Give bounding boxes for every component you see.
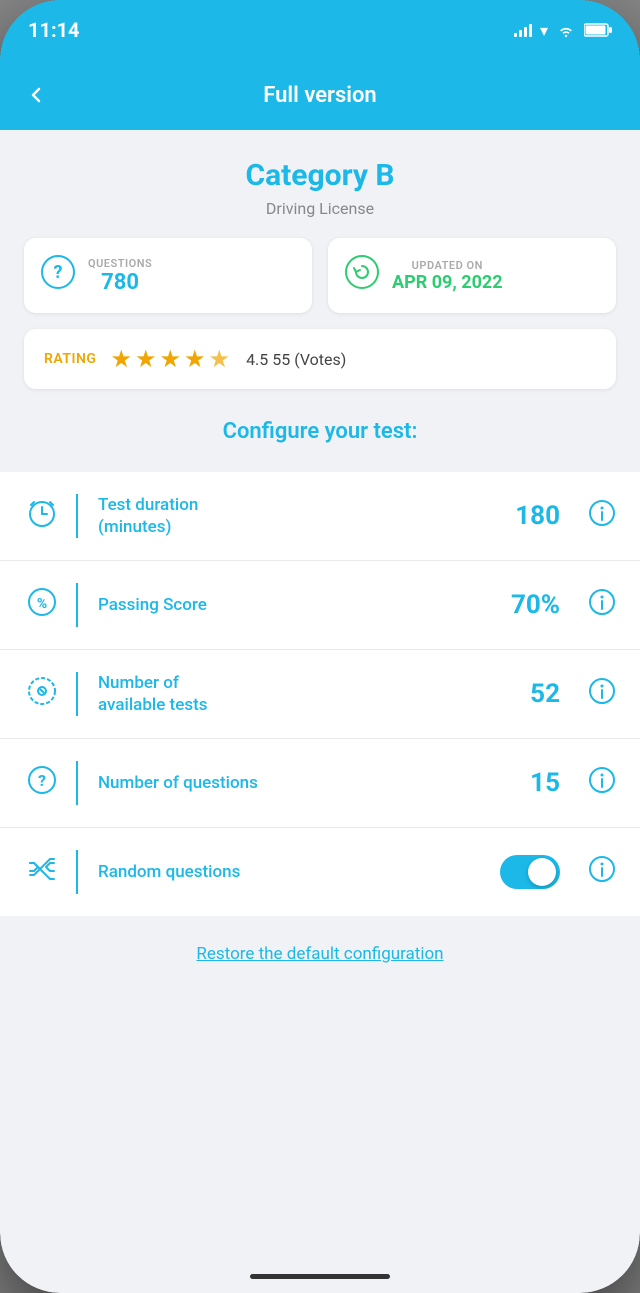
rating-card: RATING ★ ★ ★ ★ ★ 4.5 55 (Votes) [24, 329, 616, 389]
available-tests-label: Number ofavailable tests [98, 672, 514, 716]
app-header: Full version [0, 60, 640, 130]
updated-label: UPDATED ON [392, 259, 503, 272]
category-subtitle: Driving License [24, 199, 616, 218]
num-questions-info-button[interactable] [588, 766, 616, 800]
configure-title: Configure your test: [24, 409, 616, 452]
stats-row: ? QUESTIONS 780 [24, 238, 616, 313]
duration-label: Test duration(minutes) [98, 494, 499, 538]
svg-text:%: % [37, 596, 47, 612]
home-indicator [250, 1274, 390, 1279]
random-icon [24, 853, 60, 892]
wifi-icon: ▾ [540, 21, 548, 40]
svg-text:?: ? [54, 262, 63, 283]
passing-score-info-button[interactable] [588, 588, 616, 622]
config-divider [76, 672, 78, 716]
restore-section: Restore the default configuration [0, 916, 640, 992]
config-item-random: Random questions [0, 828, 640, 916]
updated-icon [344, 254, 380, 297]
updated-card: UPDATED ON APR 09, 2022 [328, 238, 616, 313]
config-item-duration: Test duration(minutes) 180 [0, 472, 640, 561]
questions-card: ? QUESTIONS 780 [24, 238, 312, 313]
back-button[interactable] [24, 83, 48, 107]
star-5: ★ [209, 345, 231, 373]
duration-info-button[interactable] [588, 499, 616, 533]
num-questions-label: Number of questions [98, 772, 514, 794]
rating-text: 4.5 55 (Votes) [246, 350, 346, 369]
star-1: ★ [110, 345, 132, 373]
rating-label: RATING [44, 351, 96, 367]
questions-info: QUESTIONS 780 [88, 257, 152, 295]
status-time: 11:14 [28, 18, 80, 42]
config-item-available-tests: Number ofavailable tests 52 [0, 650, 640, 739]
updated-value: APR 09, 2022 [392, 272, 503, 293]
header-title: Full version [263, 83, 376, 108]
svg-text:?: ? [38, 771, 46, 790]
config-divider [76, 583, 78, 627]
restore-default-button[interactable]: Restore the default configuration [196, 944, 443, 964]
config-divider [76, 850, 78, 894]
available-tests-icon [24, 675, 60, 714]
passing-score-value: 70% [511, 590, 560, 620]
available-tests-value: 52 [530, 679, 560, 709]
num-questions-icon: ? [24, 764, 60, 803]
stars: ★ ★ ★ ★ ★ [110, 345, 230, 373]
questions-icon: ? [40, 254, 76, 297]
star-2: ★ [135, 345, 157, 373]
config-list: Test duration(minutes) 180 [0, 472, 640, 916]
passing-score-label: Passing Score [98, 594, 495, 616]
duration-value: 180 [515, 501, 560, 531]
main-content: Category B Driving License ? QUESTIONS [0, 130, 640, 992]
star-4: ★ [184, 345, 206, 373]
config-divider [76, 761, 78, 805]
percent-icon: % [24, 586, 60, 625]
status-icons: ▾ [514, 21, 612, 40]
category-title: Category B [24, 158, 616, 193]
battery-icon [584, 23, 612, 37]
random-toggle[interactable] [500, 855, 560, 889]
available-tests-info-button[interactable] [588, 677, 616, 711]
questions-value: 780 [88, 270, 152, 295]
questions-label: QUESTIONS [88, 257, 152, 270]
hero-section: Category B Driving License ? QUESTIONS [0, 130, 640, 472]
config-item-passing-score: % Passing Score 70% [0, 561, 640, 650]
config-divider [76, 494, 78, 538]
star-3: ★ [160, 345, 182, 373]
num-questions-value: 15 [530, 768, 560, 798]
updated-info: UPDATED ON APR 09, 2022 [392, 259, 503, 293]
wifi-icon [556, 22, 576, 38]
config-item-num-questions: ? Number of questions 15 [0, 739, 640, 828]
alarm-icon [24, 497, 60, 536]
random-info-button[interactable] [588, 855, 616, 889]
status-bar: 11:14 ▾ [0, 0, 640, 60]
random-label: Random questions [98, 861, 484, 883]
signal-icon [514, 23, 532, 37]
